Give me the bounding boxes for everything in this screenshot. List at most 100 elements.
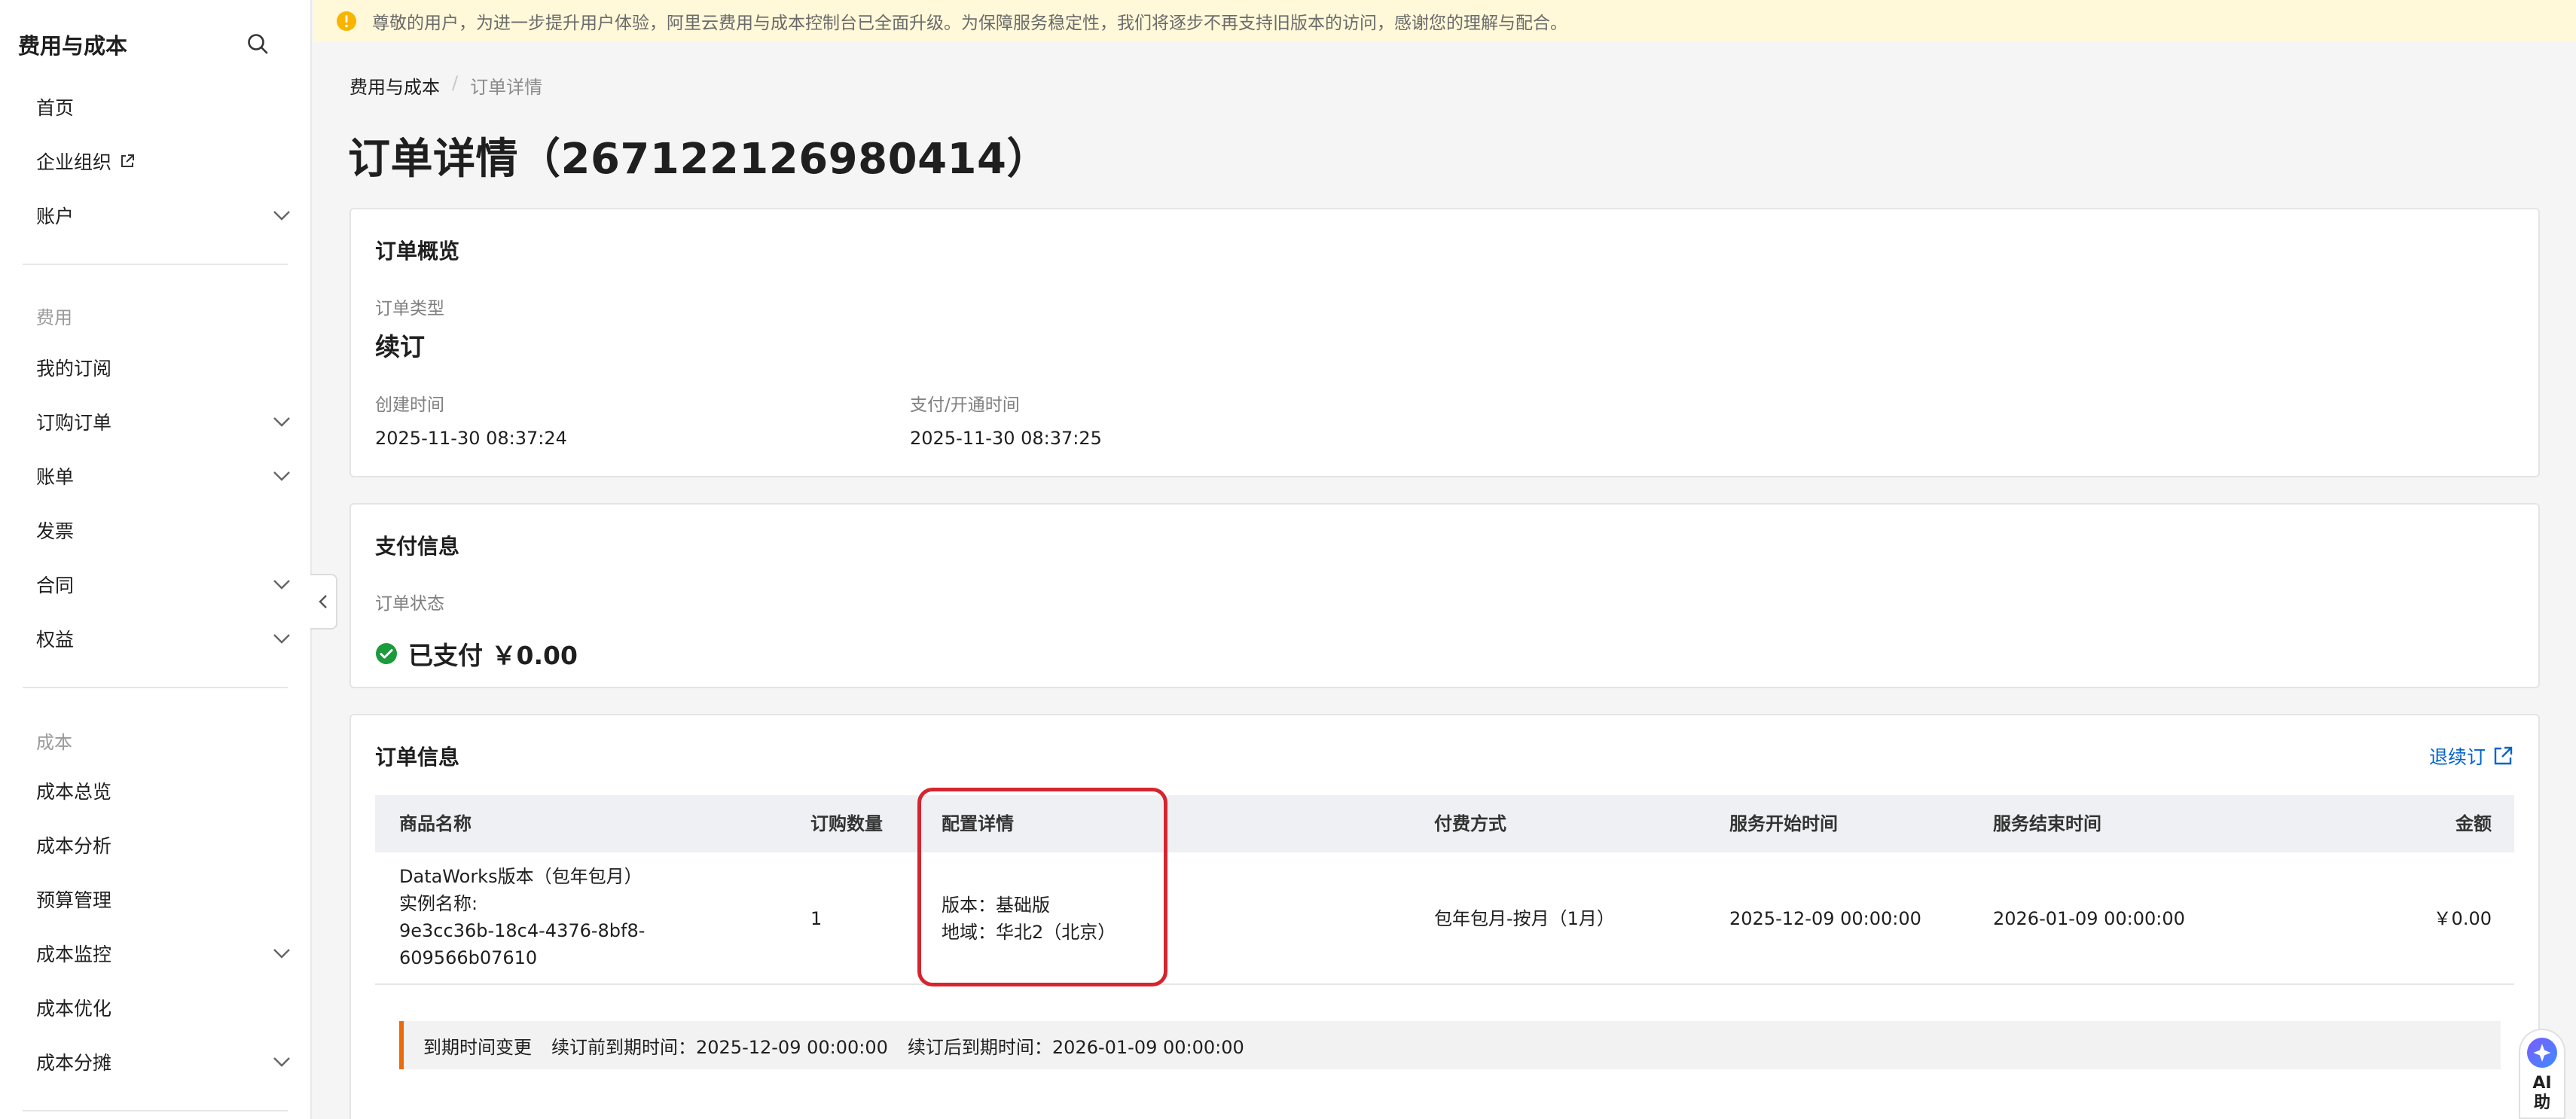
chevron-down-icon [273, 417, 290, 427]
sidebar-title: 费用与成本 [18, 33, 128, 59]
sidebar-item-label: 企业组织 [36, 151, 112, 173]
product-name-cell: DataWorks版本（包年包月） 实例名称: 9e3cc36b-18c4-43… [399, 863, 645, 971]
sidebar-item-label: 成本监控 [36, 944, 112, 965]
chevron-down-icon [273, 580, 290, 590]
sidebar-item-label: 权益 [36, 629, 75, 651]
order-status-value: 已支付 ￥0.00 [408, 641, 578, 670]
column-header: 商品名称 [399, 813, 472, 834]
sidebar-item-contracts[interactable]: 合同 [0, 562, 310, 607]
search-icon[interactable] [246, 32, 271, 57]
sidebar-item-label: 首页 [36, 97, 75, 119]
sidebar-item-bills[interactable]: 账单 [0, 453, 310, 499]
sidebar: 费用与成本 首页 企业组织 账户 费用 我的订阅 订购订单 账单 发票 合同 权… [0, 0, 312, 1119]
sidebar-item-cost-optimize[interactable]: 成本优化 [0, 985, 310, 1030]
sidebar-item-account[interactable]: 账户 [0, 193, 310, 238]
chevron-down-icon [273, 949, 290, 959]
card-title: 订单概览 [375, 239, 460, 264]
breadcrumb-separator: / [452, 72, 459, 93]
chevron-down-icon [273, 211, 290, 221]
order-status-label: 订单状态 [375, 594, 444, 614]
column-header: 服务结束时间 [1993, 813, 2101, 834]
breadcrumb-current: 订单详情 [470, 77, 543, 98]
chevron-down-icon [273, 471, 290, 481]
service-end-cell: 2026-01-09 00:00:00 [1993, 908, 2185, 929]
sidebar-item-benefits[interactable]: 权益 [0, 616, 310, 661]
sidebar-item-cost-overview[interactable]: 成本总览 [0, 768, 310, 813]
check-circle-icon [376, 643, 397, 664]
billing-method-cell: 包年包月-按月（1月） [1434, 908, 1615, 929]
table-row: DataWorks版本（包年包月） 实例名称: 9e3cc36b-18c4-43… [375, 852, 2514, 985]
expiry-change-strip: 到期时间变更 续订前到期时间：2025-12-09 00:00:00 续订后到期… [399, 1021, 2501, 1069]
sidebar-item-budget[interactable]: 预算管理 [0, 877, 310, 922]
breadcrumb: 费用与成本 / 订单详情 [349, 72, 542, 99]
ai-assistant-button[interactable]: AI 助 [2519, 1029, 2565, 1119]
expiry-before: 续订前到期时间：2025-12-09 00:00:00 [551, 1036, 888, 1058]
paid-time-value: 2025-11-30 08:37:25 [910, 428, 1102, 449]
sidebar-section-fees: 费用 [36, 307, 72, 328]
order-info-card: 订单信息 退续订 商品名称 订购数量 配置详情 付费方式 服务开始时间 服务结束… [349, 714, 2540, 1119]
sidebar-item-cost-allocation[interactable]: 成本分摊 [0, 1039, 310, 1084]
order-type-value: 续订 [375, 332, 425, 361]
main-content: 费用与成本 / 订单详情 订单详情（267122126980414） 订单概览 … [313, 42, 2576, 1119]
sidebar-item-label: 账户 [36, 206, 75, 227]
external-link-icon [2494, 746, 2513, 765]
breadcrumb-root-link[interactable]: 费用与成本 [349, 72, 440, 99]
amount-cell: ￥0.00 [2433, 908, 2492, 929]
info-icon [337, 11, 356, 31]
table-header: 商品名称 订购数量 配置详情 付费方式 服务开始时间 服务结束时间 金额 [375, 795, 2514, 852]
sidebar-item-home[interactable]: 首页 [0, 84, 310, 130]
unsubscribe-renewal-link[interactable]: 退续订 [2429, 742, 2514, 770]
ai-assistant-label: AI 助 [2532, 1074, 2551, 1113]
sidebar-divider [23, 1110, 288, 1111]
payment-info-card: 支付信息 订单状态 已支付 ￥0.00 [349, 503, 2540, 688]
column-header: 服务开始时间 [1729, 813, 1838, 834]
sidebar-item-subscriptions[interactable]: 我的订阅 [0, 345, 310, 390]
column-header: 金额 [2455, 813, 2492, 834]
chevron-down-icon [273, 1057, 290, 1067]
instance-label: 实例名称: [399, 893, 478, 914]
instance-id-part2: 609566b07610 [399, 947, 538, 968]
ai-label-line1: AI [2532, 1074, 2552, 1093]
sidebar-item-label: 成本分析 [36, 835, 112, 857]
quantity-cell: 1 [810, 908, 823, 929]
ai-assistant-icon [2527, 1038, 2557, 1068]
sidebar-item-label: 成本分摊 [36, 1052, 112, 1074]
highlight-annotation-box [917, 788, 1167, 986]
sidebar-item-label: 订购订单 [36, 412, 112, 434]
sidebar-item-label: 我的订阅 [36, 358, 112, 380]
order-type-label: 订单类型 [375, 299, 444, 319]
notice-banner: 尊敬的用户，为进一步提升用户体验，阿里云费用与成本控制台已全面升级。为保障服务稳… [313, 0, 2576, 42]
sidebar-item-label: 合同 [36, 575, 75, 596]
unsubscribe-renewal-label: 退续订 [2428, 746, 2486, 768]
sidebar-item-cost-monitor[interactable]: 成本监控 [0, 931, 310, 976]
sidebar-item-label: 发票 [36, 520, 75, 542]
sidebar-item-label: 成本总览 [36, 781, 112, 803]
card-title: 订单信息 [375, 745, 460, 770]
sidebar-item-cost-analysis[interactable]: 成本分析 [0, 822, 310, 867]
expiry-change-label: 到期时间变更 [423, 1036, 532, 1058]
external-link-icon [121, 154, 135, 167]
page-title: 订单详情（267122126980414） [348, 135, 1049, 184]
card-title: 支付信息 [375, 534, 460, 559]
sidebar-divider [23, 687, 288, 688]
sidebar-item-orders[interactable]: 订购订单 [0, 399, 310, 444]
order-overview-card: 订单概览 订单类型 续订 创建时间 2025-11-30 08:37:24 支付… [349, 208, 2540, 477]
product-name: DataWorks版本（包年包月） [399, 866, 642, 887]
sidebar-item-organization[interactable]: 企业组织 [0, 139, 310, 184]
sidebar-header: 费用与成本 [0, 0, 312, 89]
order-status: 已支付 ￥0.00 [375, 636, 578, 672]
sidebar-item-label: 成本优化 [36, 998, 112, 1020]
column-header: 订购数量 [810, 813, 883, 834]
ai-label-line2: 助 [2533, 1093, 2550, 1112]
notice-text: 尊敬的用户，为进一步提升用户体验，阿里云费用与成本控制台已全面升级。为保障服务稳… [372, 14, 1567, 33]
created-time-label: 创建时间 [375, 395, 444, 415]
paid-time-label: 支付/开通时间 [910, 395, 1020, 415]
sidebar-section-cost: 成本 [36, 732, 72, 753]
created-time-value: 2025-11-30 08:37:24 [375, 428, 567, 449]
chevron-down-icon [273, 634, 290, 644]
expiry-after: 续订后到期时间：2026-01-09 00:00:00 [907, 1036, 1244, 1058]
sidebar-item-invoices[interactable]: 发票 [0, 508, 310, 553]
sidebar-item-label: 账单 [36, 466, 75, 488]
sidebar-item-label: 预算管理 [36, 889, 112, 911]
service-start-cell: 2025-12-09 00:00:00 [1729, 908, 1921, 929]
